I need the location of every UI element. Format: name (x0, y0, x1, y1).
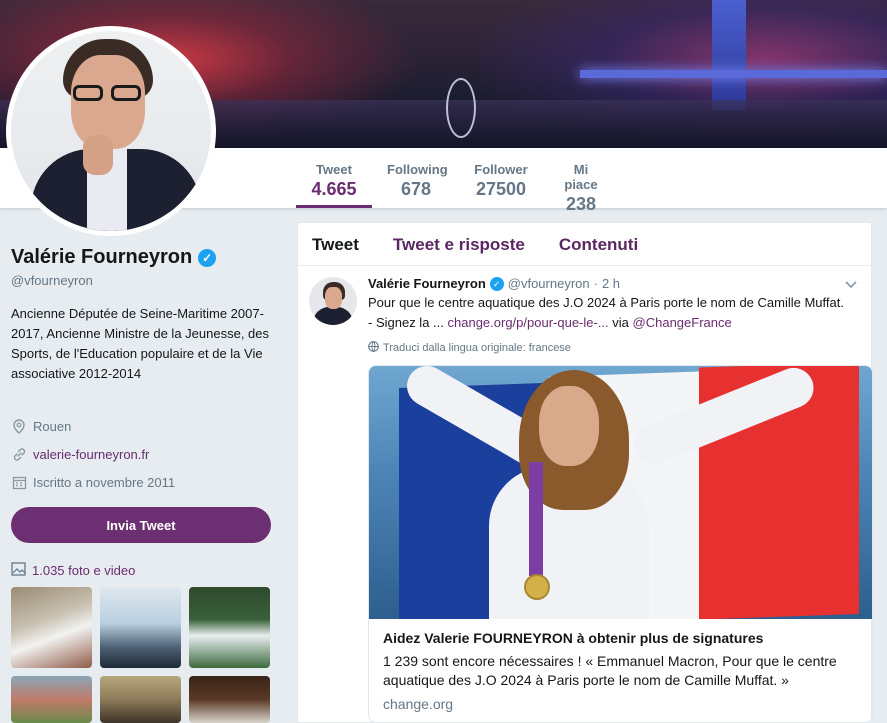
stat-label: Follower (474, 162, 528, 177)
stat-label: Tweet (316, 162, 352, 177)
media-thumbnail[interactable] (189, 587, 270, 668)
media-thumbnail[interactable] (100, 587, 181, 668)
translate-link[interactable]: Traduci dalla lingua originale: francese (368, 341, 857, 355)
translate-text: Traduci dalla lingua originale: francese (383, 342, 571, 354)
photos-videos-text: 1.035 foto e video (32, 563, 136, 578)
website-link[interactable]: valerie-fourneyron.fr (33, 447, 149, 462)
media-thumbnail[interactable] (11, 587, 92, 668)
verified-badge-icon: ✓ (489, 276, 504, 291)
stat-following[interactable]: Following 678 (373, 148, 459, 208)
timeline: Tweet Tweet e risposte Contenuti Valérie… (297, 222, 873, 723)
photos-videos-link[interactable]: 1.035 foto e video (11, 562, 135, 579)
photo-icon (11, 562, 26, 579)
profile-location: Rouen (11, 418, 71, 434)
profile-name[interactable]: Valérie Fourneyron ✓ (11, 246, 217, 269)
tweet-separator: · (593, 276, 598, 291)
media-thumbnail[interactable] (189, 676, 270, 723)
tweet-timestamp[interactable]: 2 h (602, 276, 620, 291)
calendar-icon (11, 474, 27, 490)
stat-followers[interactable]: Follower 27500 (460, 148, 542, 208)
tab-tweets-replies[interactable]: Tweet e risposte (393, 223, 525, 265)
chevron-down-icon[interactable] (845, 278, 857, 292)
joined-text: Iscritto a novembre 2011 (33, 474, 176, 490)
profile-name-text: Valérie Fourneyron (11, 246, 193, 268)
stat-value: 238 (565, 194, 597, 214)
tweet-avatar[interactable] (309, 277, 357, 325)
stat-likes[interactable]: Mi piace 238 (543, 148, 619, 214)
tweet-author-handle[interactable]: @vfourneyron (508, 276, 590, 291)
send-tweet-button[interactable]: Invia Tweet (11, 507, 271, 543)
card-url: change.org (383, 696, 454, 712)
globe-icon (368, 341, 379, 355)
tab-media[interactable]: Contenuti (559, 223, 638, 265)
tweet-text: Pour que le centre aquatique des J.O 202… (368, 293, 848, 333)
card-image (369, 366, 872, 619)
timeline-tabs: Tweet Tweet e risposte Contenuti (298, 223, 871, 266)
tweet-url-link[interactable]: change.org/p/pour-que-le-... (448, 315, 609, 330)
stat-value: 27500 (475, 179, 527, 199)
stat-label: Mi piace (564, 162, 598, 192)
location-pin-icon (11, 418, 27, 434)
tweet-header: Valérie Fourneyron ✓ @vfourneyron · 2 h (368, 276, 857, 291)
link-icon (11, 446, 27, 462)
profile-bio: Ancienne Députée de Seine-Maritime 2007-… (11, 306, 270, 381)
stat-value: 678 (400, 179, 432, 199)
tab-tweets[interactable]: Tweet (312, 223, 359, 265)
card-description: 1 239 sont encore nécessaires ! « Emmanu… (383, 653, 837, 688)
tweet[interactable]: Valérie Fourneyron ✓ @vfourneyron · 2 h … (298, 266, 873, 723)
tweet-mention-link[interactable]: @ChangeFrance (633, 315, 732, 330)
profile-website[interactable]: valerie-fourneyron.fr (11, 446, 149, 462)
location-text: Rouen (33, 418, 72, 434)
stat-value: 4.665 (311, 179, 357, 199)
verified-badge-icon: ✓ (198, 248, 217, 267)
profile-handle[interactable]: @vfourneyron (11, 273, 93, 288)
media-thumbnail[interactable] (100, 676, 181, 723)
media-thumbnail[interactable] (11, 676, 92, 723)
tweet-author-name[interactable]: Valérie Fourneyron (368, 276, 486, 291)
tweet-via: via (612, 315, 629, 330)
profile-avatar[interactable] (6, 26, 216, 236)
profile-joined: Iscritto a novembre 2011 (11, 474, 175, 490)
stat-label: Following (387, 162, 448, 177)
stat-tweets[interactable]: Tweet 4.665 (296, 148, 372, 208)
card-title: Aidez Valerie FOURNEYRON à obtenir plus … (383, 630, 764, 646)
link-card[interactable]: Aidez Valerie FOURNEYRON à obtenir plus … (368, 365, 873, 723)
